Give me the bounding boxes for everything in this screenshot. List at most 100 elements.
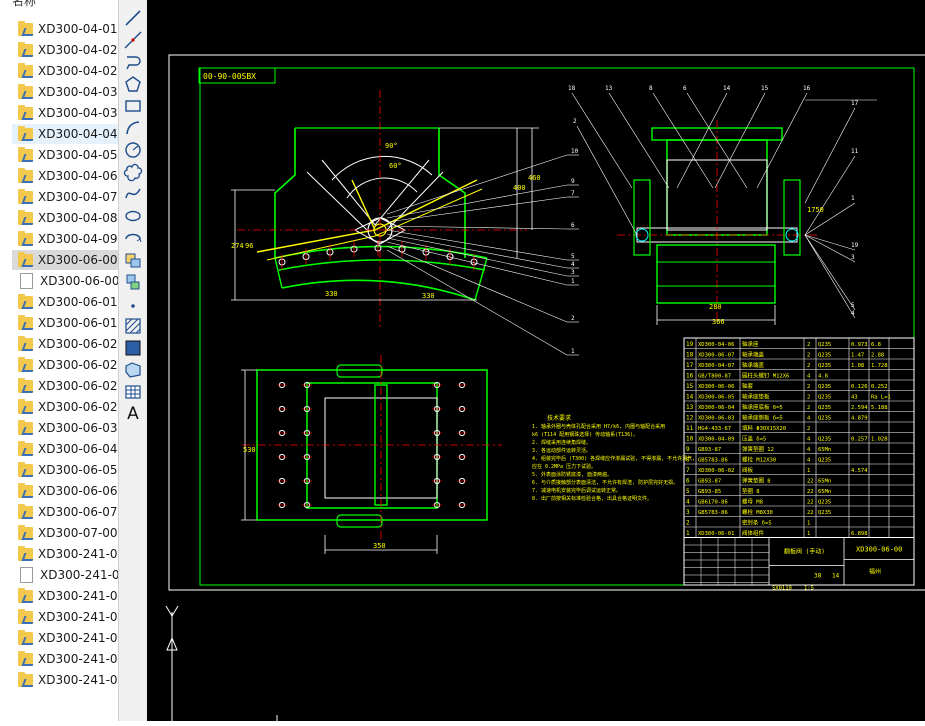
revision-cloud-tool-icon[interactable] (123, 162, 143, 182)
file-list-item[interactable]: XD300-241-04 (12, 649, 118, 669)
arc-tool-icon[interactable] (123, 118, 143, 138)
file-list-item[interactable]: XD300-06-05 (12, 460, 118, 480)
leader-line (804, 155, 856, 236)
bom-cell-code: XD300-04-07 (698, 363, 734, 369)
bom-cell-no: 16 (686, 373, 694, 380)
make-block-tool-icon[interactable] (123, 272, 143, 292)
bom-cell-weight: 0.257 (851, 437, 868, 443)
file-list-item[interactable]: XD300-04-02 (12, 40, 118, 60)
region-tool-icon[interactable] (123, 360, 143, 380)
dim-330-left: 330 (325, 290, 338, 298)
leader-line (804, 234, 856, 311)
body-left-edge (274, 257, 283, 289)
file-list-item[interactable]: XD300-06-02 (12, 334, 118, 354)
file-list-item[interactable]: XD300-06-02-2 (12, 376, 118, 396)
leader-line (386, 225, 568, 230)
sheet-number: 14 (832, 573, 840, 580)
chute-lines (306, 171, 444, 231)
dwg-file-icon (18, 209, 33, 225)
multiline-text-tool-icon[interactable]: A (123, 404, 143, 424)
file-list-item[interactable]: XD300-241-01 (12, 586, 118, 606)
bom-cell-no: 15 (686, 383, 694, 390)
bom-cell-total: 0.252 (871, 384, 888, 390)
drawing-canvas[interactable]: 00-90-00SBX 90° 60° 274 96 330 330 400 460 10 9 7 6 5… (147, 0, 925, 721)
bom-cell-material: Q235 (818, 416, 831, 422)
gradient-tool-icon[interactable] (123, 338, 143, 358)
file-list-item[interactable]: XD300-04-01-2 (12, 19, 118, 39)
file-name-label: XD300-06-00 (38, 253, 118, 267)
bom-cell-no: 19 (686, 341, 694, 348)
body-arc-bottom (281, 279, 476, 301)
plan-view (241, 355, 502, 554)
ellipse-arc-tool-icon[interactable] (123, 228, 143, 248)
dwg-file-icon (18, 398, 33, 414)
bom-cell-name: 螺栓 M8X30 (742, 508, 773, 516)
insert-block-tool-icon[interactable] (123, 250, 143, 270)
file-list-item[interactable]: XD300-241-03 (12, 628, 118, 648)
bom-cell-total: 1.028 (871, 437, 888, 443)
bom-cell-name: 填料 Φ30X15X20 (742, 424, 786, 432)
bom-cell-code: GB5783-86 (698, 458, 728, 464)
file-list-item[interactable]: XD300-06-00 (12, 250, 118, 270)
note-line: 4. 组装完毕后 (T300) 各焊缝应作渗漏试验, 不得渗漏, 不允许漏气, (532, 455, 695, 462)
file-list-item[interactable]: XD300-241-00 (12, 544, 118, 564)
file-list-item[interactable]: XD300-04-09 (12, 229, 118, 249)
dwg-file-icon (18, 293, 33, 309)
file-list-item[interactable]: XD300-06-01 (12, 292, 118, 312)
circle-tool-icon[interactable] (123, 140, 143, 160)
bom-cell-name: 弹簧垫圈 8 (742, 477, 771, 485)
file-list-item[interactable]: XD300-06-02-1 (12, 355, 118, 375)
bom-cell-material: Q235 (818, 363, 831, 369)
bom-cell-weight: 1.47 (851, 353, 864, 359)
dwg-file-icon (18, 440, 33, 456)
file-list-item[interactable]: XD300-06-01-1 (12, 313, 118, 333)
polygon-tool-icon[interactable] (123, 74, 143, 94)
rectangle-tool-icon[interactable] (123, 96, 143, 116)
cad-drawing[interactable]: 00-90-00SBX90°60°274 96330 330400460109765… (147, 0, 925, 721)
spline-tool-icon[interactable] (123, 184, 143, 204)
bom-cell-weight: 4.879 (851, 416, 868, 422)
file-list-item[interactable]: XD300-04-07 (12, 187, 118, 207)
blank-file-icon (20, 273, 33, 289)
ellipse-tool-icon[interactable] (123, 206, 143, 226)
construction-line-tool-icon[interactable] (123, 30, 143, 50)
file-list-item[interactable]: XD300-04-05 (12, 145, 118, 165)
bom-cell-name: 轴承端盖 (742, 361, 765, 369)
file-list-item[interactable]: XD300-04-04 (12, 124, 118, 144)
file-list-item[interactable]: XD300-06-02-3 (12, 397, 118, 417)
file-list-item[interactable]: XD300-06-07 (12, 502, 118, 522)
dwg-file-icon (18, 461, 33, 477)
balloon-number: 5 (851, 302, 855, 309)
drawing-number: XD300-06-00 (856, 546, 902, 554)
file-list-item[interactable]: XD300-241-02 (12, 607, 118, 627)
point-tool-icon[interactable] (123, 294, 143, 314)
bom-cell-material: 65Mn (818, 479, 831, 485)
bom-cell-qty: 2 (807, 395, 810, 401)
polyline-tool-icon[interactable] (123, 52, 143, 72)
file-list-item[interactable]: XD300-04-06 (12, 166, 118, 186)
line-tool-icon[interactable] (123, 8, 143, 28)
plan-handle-bottom (336, 514, 383, 528)
file-list-item[interactable]: XD300-06-04 (12, 439, 118, 459)
file-list-item[interactable]: XD300-04-08 (12, 208, 118, 228)
file-list-item[interactable]: XD300-241-00 (12, 565, 118, 585)
text-tool-label: A (127, 404, 139, 424)
name-column-header[interactable]: 名称 (12, 0, 36, 9)
dwg-file-icon (18, 20, 33, 36)
bom-cell-qty: 4 (807, 458, 811, 464)
file-list-item[interactable]: XD300-06-06 (12, 481, 118, 501)
file-list-item[interactable]: XD300-06-03 (12, 418, 118, 438)
file-list-item[interactable]: XD300-06-00.d (12, 271, 118, 291)
dwg-file-icon (18, 230, 33, 246)
draw-toolbar: A (118, 0, 148, 721)
table-tool-icon[interactable] (123, 382, 143, 402)
bom-cell-material: Q235 (818, 342, 831, 348)
file-list-item[interactable]: XD300-07-00 (12, 523, 118, 543)
file-list-item[interactable]: XD300-04-03-1 (12, 103, 118, 123)
hatch-tool-icon[interactable] (123, 316, 143, 336)
drawing-code-label: 00-90-00SBX (203, 72, 256, 81)
file-list-item[interactable]: XD300-241-05 (12, 670, 118, 690)
bom-cell-name: 密封条 δ=5 (742, 519, 772, 527)
file-list-item[interactable]: XD300-04-03 (12, 82, 118, 102)
file-list-item[interactable]: XD300-04-02-1 (12, 61, 118, 81)
